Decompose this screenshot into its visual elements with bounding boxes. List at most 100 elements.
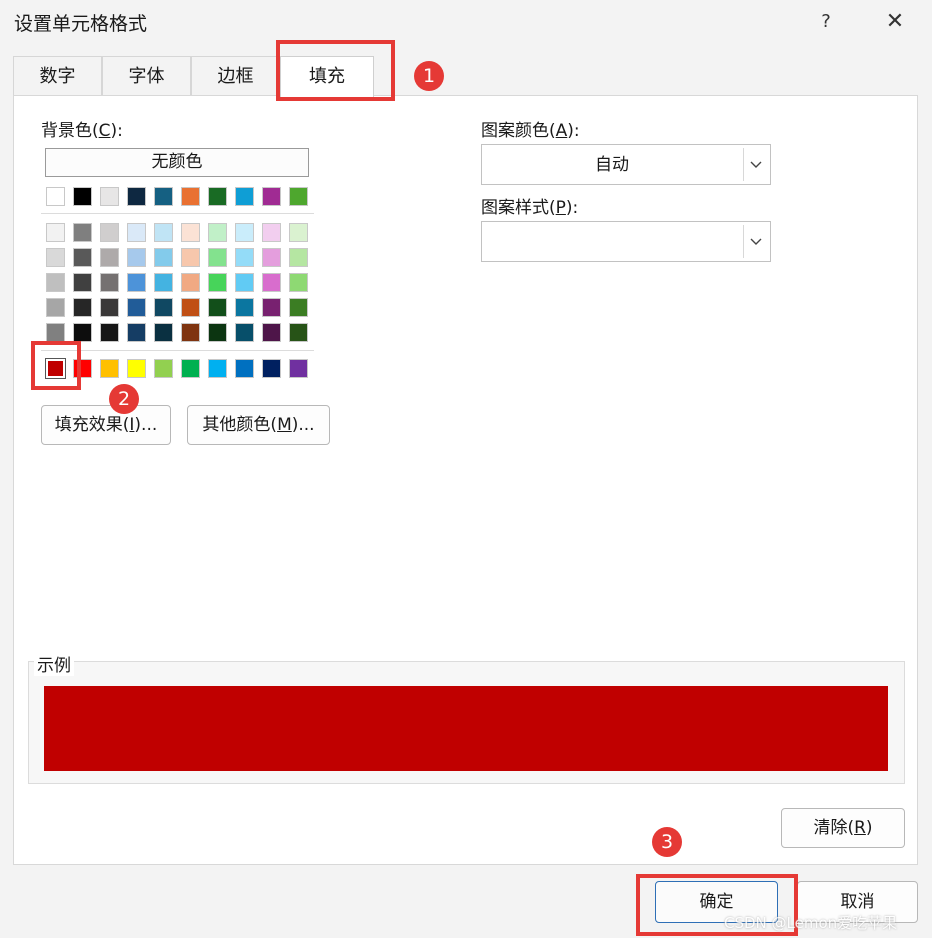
color-swatch-standard[interactable]: [262, 359, 281, 378]
color-swatch-tint[interactable]: [262, 298, 281, 317]
pattern-color-label: 图案颜色(A):: [481, 121, 580, 141]
close-button[interactable]: ✕: [870, 4, 920, 40]
color-swatch-tint[interactable]: [289, 298, 308, 317]
color-swatch-tint[interactable]: [235, 323, 254, 342]
color-swatch-theme[interactable]: [181, 187, 200, 206]
color-swatch-tint[interactable]: [289, 323, 308, 342]
annotation-badge-2: 2: [109, 384, 139, 414]
color-swatch-tint[interactable]: [289, 273, 308, 292]
tab-number[interactable]: 数字: [13, 56, 102, 95]
color-swatch-theme[interactable]: [127, 187, 146, 206]
no-color-button[interactable]: 无颜色: [45, 148, 309, 177]
color-swatch-tint[interactable]: [46, 273, 65, 292]
color-swatch-tint[interactable]: [73, 248, 92, 267]
watermark: CSDN @Lemon爱吃苹果: [724, 914, 898, 932]
color-swatch-tint[interactable]: [181, 323, 200, 342]
color-swatch-tint[interactable]: [181, 273, 200, 292]
color-swatch-tint[interactable]: [154, 323, 173, 342]
color-swatch-standard[interactable]: [127, 359, 146, 378]
color-swatch-tint[interactable]: [262, 223, 281, 242]
fill-tab-panel: 背景色(C): 无颜色 填充效果(I)... 其他颜色(M)... 图案颜色(A…: [13, 95, 918, 865]
title-bar: 设置单元格格式 ? ✕: [0, 0, 932, 46]
color-swatch-tint[interactable]: [235, 273, 254, 292]
color-swatch-tint[interactable]: [127, 248, 146, 267]
color-swatch-standard[interactable]: [235, 359, 254, 378]
color-swatch-tint[interactable]: [73, 223, 92, 242]
color-swatch-tint[interactable]: [181, 248, 200, 267]
color-swatch-theme[interactable]: [100, 187, 119, 206]
color-swatch-standard[interactable]: [154, 359, 173, 378]
color-swatch-tint[interactable]: [46, 323, 65, 342]
color-swatch-theme[interactable]: [208, 187, 227, 206]
pattern-style-value: [482, 222, 742, 261]
sample-preview: [44, 686, 888, 771]
color-swatch-standard[interactable]: [289, 359, 308, 378]
color-swatch-tint[interactable]: [289, 248, 308, 267]
fill-effects-button[interactable]: 填充效果(I)...: [41, 405, 171, 445]
color-swatch-tint[interactable]: [100, 298, 119, 317]
chevron-down-icon[interactable]: [743, 148, 768, 181]
clear-button[interactable]: 清除(R): [781, 808, 905, 848]
dialog-title: 设置单元格格式: [14, 13, 148, 35]
color-swatch-theme[interactable]: [154, 187, 173, 206]
color-swatch-standard[interactable]: [181, 359, 200, 378]
color-swatch-tint[interactable]: [235, 298, 254, 317]
color-swatch-tint[interactable]: [127, 273, 146, 292]
sample-label: 示例: [34, 651, 74, 676]
color-swatch-tint[interactable]: [208, 223, 227, 242]
color-swatch-tint[interactable]: [100, 248, 119, 267]
color-swatch-tint[interactable]: [46, 248, 65, 267]
background-color-label: 背景色(C):: [41, 121, 123, 141]
color-swatch-tint[interactable]: [208, 273, 227, 292]
palette-separator: [41, 350, 314, 351]
color-swatch-theme[interactable]: [289, 187, 308, 206]
color-swatch-tint[interactable]: [262, 323, 281, 342]
color-swatch-tint[interactable]: [154, 298, 173, 317]
color-swatch-tint[interactable]: [100, 323, 119, 342]
color-swatch-tint[interactable]: [73, 273, 92, 292]
color-swatch-tint[interactable]: [208, 248, 227, 267]
color-swatch-theme[interactable]: [73, 187, 92, 206]
annotation-badge-1: 1: [414, 61, 444, 91]
color-swatch-tint[interactable]: [73, 323, 92, 342]
color-swatch-tint[interactable]: [208, 298, 227, 317]
color-swatch-standard[interactable]: [208, 359, 227, 378]
format-cells-dialog: 设置单元格格式 ? ✕ 数字 字体 边框 填充 背景色(C): 无颜色 填充效果…: [0, 0, 932, 938]
color-swatch-tint[interactable]: [235, 223, 254, 242]
color-swatch-tint[interactable]: [73, 298, 92, 317]
more-colors-button[interactable]: 其他颜色(M)...: [187, 405, 330, 445]
pattern-style-dropdown[interactable]: [481, 221, 771, 262]
color-swatch-tint[interactable]: [154, 223, 173, 242]
color-swatch-tint[interactable]: [100, 273, 119, 292]
pattern-color-value: 自动: [595, 155, 629, 175]
tab-font[interactable]: 字体: [102, 56, 191, 95]
color-swatch-tint[interactable]: [154, 248, 173, 267]
tab-border[interactable]: 边框: [191, 56, 280, 95]
color-swatch-tint[interactable]: [100, 223, 119, 242]
color-swatch-tint[interactable]: [127, 298, 146, 317]
color-swatch-tint[interactable]: [127, 223, 146, 242]
chevron-down-icon[interactable]: [743, 225, 768, 258]
color-swatch-tint[interactable]: [208, 323, 227, 342]
color-swatch-tint[interactable]: [154, 273, 173, 292]
color-swatch-tint[interactable]: [127, 323, 146, 342]
color-swatch-tint[interactable]: [289, 223, 308, 242]
pattern-color-dropdown[interactable]: 自动: [481, 144, 771, 185]
color-swatch-theme[interactable]: [46, 187, 65, 206]
tab-fill[interactable]: 填充: [280, 56, 374, 97]
color-swatch-standard[interactable]: [100, 359, 119, 378]
palette-separator: [41, 213, 314, 214]
highlight-selected-color: [31, 341, 81, 390]
color-swatch-tint[interactable]: [46, 223, 65, 242]
help-button[interactable]: ?: [806, 4, 846, 40]
annotation-badge-3: 3: [652, 827, 682, 857]
color-swatch-tint[interactable]: [235, 248, 254, 267]
color-swatch-tint[interactable]: [46, 298, 65, 317]
color-swatch-tint[interactable]: [181, 223, 200, 242]
color-swatch-tint[interactable]: [262, 248, 281, 267]
color-swatch-tint[interactable]: [181, 298, 200, 317]
color-swatch-theme[interactable]: [262, 187, 281, 206]
color-swatch-theme[interactable]: [235, 187, 254, 206]
pattern-style-label: 图案样式(P):: [481, 198, 579, 218]
color-swatch-tint[interactable]: [262, 273, 281, 292]
